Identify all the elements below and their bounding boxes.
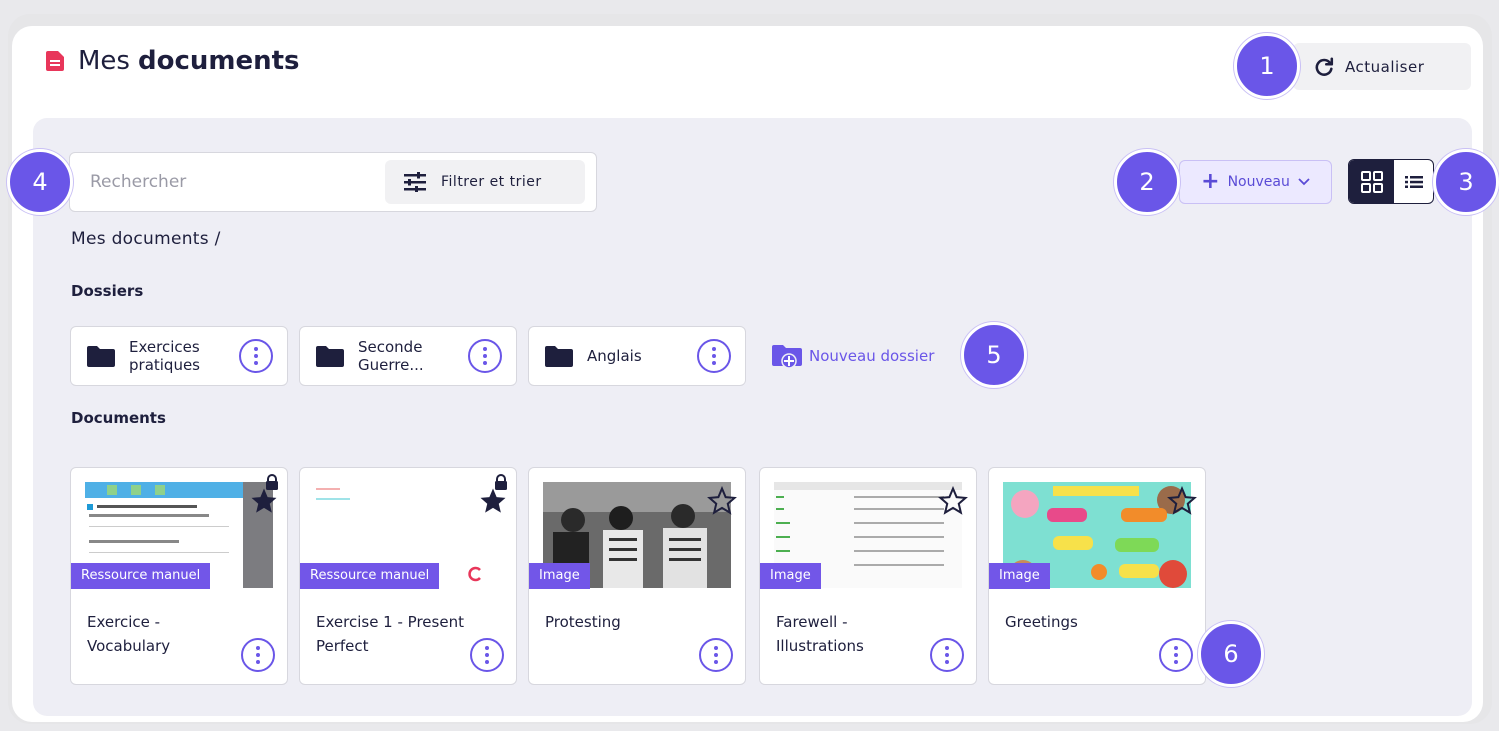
more-options-icon[interactable]: [697, 339, 731, 373]
favorite-star-icon[interactable]: [478, 486, 508, 516]
favorite-star-icon[interactable]: [249, 486, 279, 516]
document-type-tag: Image: [529, 563, 590, 589]
grid-icon: [1360, 170, 1383, 193]
callout-badge-2: 2: [1114, 149, 1180, 215]
new-label: Nouveau: [1227, 174, 1290, 190]
chevron-down-icon: [1298, 178, 1310, 186]
folder-icon: [545, 346, 573, 367]
folder-icon: [316, 346, 344, 367]
document-card[interactable]: Ressource manuel Exercice - Vocabulary: [70, 467, 288, 685]
new-button[interactable]: + Nouveau: [1179, 160, 1332, 204]
more-options-icon[interactable]: [239, 339, 273, 373]
plus-icon: +: [1201, 169, 1220, 194]
document-card[interactable]: Ressource manuel Exercise 1 - Present Pe…: [299, 467, 517, 685]
callout-badge-5: 5: [961, 322, 1027, 388]
document-name: Farewell - Illustrations: [776, 613, 864, 655]
document-type-tag: Image: [760, 563, 821, 589]
document-card[interactable]: Image Greetings: [988, 467, 1206, 685]
folder-name: Seconde Guerre...: [358, 338, 424, 374]
lock-icon: [266, 474, 278, 490]
filter-icon: [404, 172, 426, 192]
breadcrumb[interactable]: Mes documents /: [71, 229, 221, 249]
grid-view-button[interactable]: [1349, 160, 1394, 203]
folder-name: Anglais: [587, 347, 642, 365]
callout-badge-4: 4: [7, 149, 73, 215]
document-type-tag: Ressource manuel: [71, 563, 211, 589]
documents-section-title: Documents: [71, 409, 166, 427]
document-icon: [46, 51, 64, 71]
refresh-button[interactable]: Actualiser: [1293, 43, 1471, 90]
more-options-icon[interactable]: [930, 638, 964, 672]
document-name: Protesting: [545, 613, 621, 631]
favorite-star-icon[interactable]: [707, 486, 737, 516]
refresh-icon: [1315, 56, 1334, 76]
refresh-label: Actualiser: [1345, 57, 1425, 76]
list-view-button[interactable]: [1394, 160, 1433, 203]
more-options-icon[interactable]: [470, 638, 504, 672]
folder-card[interactable]: Seconde Guerre...: [299, 326, 517, 386]
document-name: Exercise 1 - Present Perfect: [316, 613, 464, 655]
folder-card[interactable]: Exercices pratiques: [70, 326, 288, 386]
document-card[interactable]: Image Protesting: [528, 467, 746, 685]
new-folder-button[interactable]: Nouveau dossier: [771, 343, 934, 369]
document-type-tag: Image: [989, 563, 1050, 589]
filter-sort-button[interactable]: Filtrer et trier: [385, 160, 585, 204]
more-options-icon[interactable]: [468, 339, 502, 373]
more-options-icon[interactable]: [241, 638, 275, 672]
new-folder-label: Nouveau dossier: [809, 347, 935, 365]
more-options-icon[interactable]: [699, 638, 733, 672]
title-prefix: Mes: [78, 46, 130, 76]
document-name: Greetings: [1005, 613, 1078, 631]
filter-label: Filtrer et trier: [441, 174, 542, 190]
add-folder-icon: [772, 345, 802, 369]
callout-badge-1: 1: [1234, 33, 1300, 99]
document-type-tag: Ressource manuel: [300, 563, 440, 589]
document-name: Exercice - Vocabulary: [87, 613, 171, 655]
document-card[interactable]: Image Farewell - Illustrations: [759, 467, 977, 685]
list-icon: [1404, 175, 1423, 188]
view-toggle: [1348, 159, 1434, 204]
search-input[interactable]: Rechercher Filtrer et trier: [69, 152, 597, 212]
search-placeholder: Rechercher: [90, 172, 187, 192]
folder-icon: [87, 346, 115, 367]
callout-badge-3: 3: [1433, 149, 1499, 215]
callout-badge-6: 6: [1198, 621, 1264, 687]
favorite-star-icon[interactable]: [1167, 486, 1197, 516]
folder-card[interactable]: Anglais: [528, 326, 746, 386]
title-bold: documents: [137, 46, 300, 76]
page-title: Mes documents: [46, 46, 300, 76]
folder-name: Exercices pratiques: [129, 338, 201, 374]
lock-icon: [495, 474, 507, 490]
favorite-star-icon[interactable]: [938, 486, 968, 516]
more-options-icon[interactable]: [1159, 638, 1193, 672]
folders-section-title: Dossiers: [71, 282, 144, 300]
